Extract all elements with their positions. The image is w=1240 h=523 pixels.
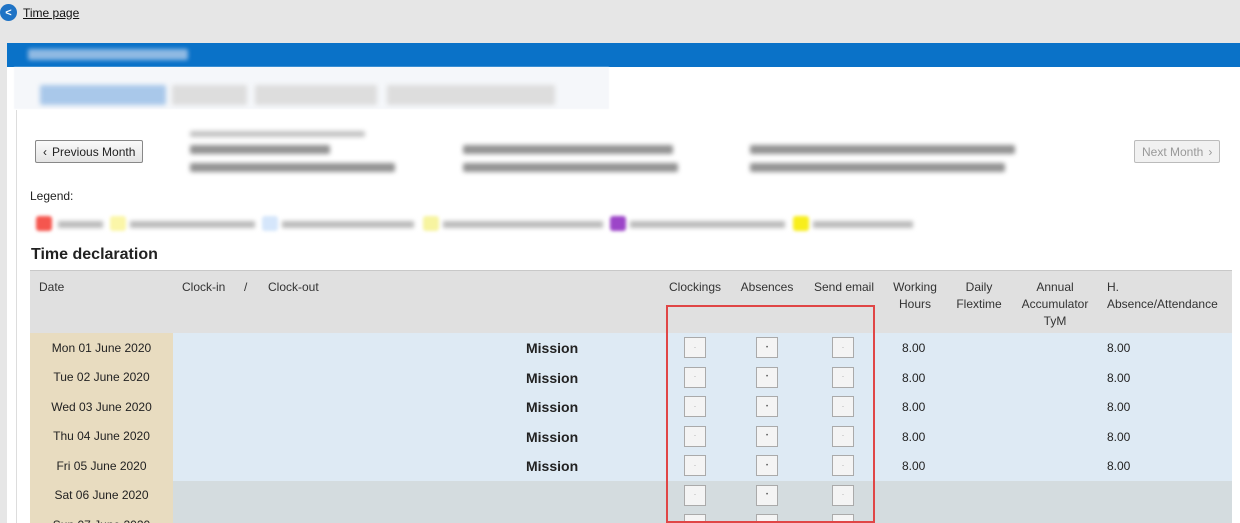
- activity-label: Mission: [526, 428, 579, 445]
- table-header: Date Clock-in / Clock-out Clockings Abse…: [30, 270, 1232, 333]
- legend-text: [282, 221, 414, 228]
- legend-text: [813, 221, 913, 228]
- working-hours-value: 8.00: [902, 429, 926, 444]
- legend-text: [130, 221, 255, 228]
- table-row: Wed 03 June 2020 Mission · • · 8.00 8.00: [30, 392, 1232, 422]
- working-hours-value: 8.00: [902, 370, 926, 385]
- date-cell: Mon 01 June 2020: [30, 333, 173, 363]
- chevron-left-icon: ‹: [43, 144, 47, 159]
- date-cell: Thu 04 June 2020: [30, 421, 173, 451]
- blurred-summary-1: [190, 131, 365, 137]
- legend-text: [58, 221, 103, 228]
- blurred-summary-2: [190, 145, 330, 154]
- table-row: Fri 05 June 2020 Mission · • · 8.00 8.00: [30, 451, 1232, 481]
- h-absence-value: 8.00: [1107, 370, 1131, 385]
- blurred-summary-6: [750, 145, 1015, 154]
- h-absence-value: 8.00: [1107, 459, 1131, 473]
- section-title: Time declaration: [31, 246, 158, 263]
- next-month-button[interactable]: Next Month ›: [1134, 140, 1221, 163]
- previous-month-button[interactable]: ‹ Previous Month: [35, 140, 144, 163]
- blurred-summary-5: [463, 163, 678, 172]
- table-row: Thu 04 June 2020 Mission · • · 8.00 8.00: [30, 421, 1232, 451]
- date-cell: Tue 02 June 2020: [30, 362, 173, 392]
- date-cell: Sun 07 June 2020: [30, 510, 173, 523]
- blurred-header-title: [28, 49, 188, 60]
- legend-swatch: [793, 216, 809, 231]
- chevron-right-icon: ›: [1208, 144, 1213, 159]
- working-hours-value: 8.00: [902, 400, 926, 414]
- table-row: Sun 07 June 2020·•·: [30, 510, 1232, 523]
- col-clock-in: Clock-in: [182, 280, 226, 294]
- highlight-box: [666, 305, 875, 523]
- activity-label: Mission: [526, 340, 579, 356]
- col-clock-out: Clock-out: [268, 280, 319, 294]
- tab-time-declaration[interactable]: [40, 85, 166, 105]
- time-declaration-table: Date Clock-in / Clock-out Clockings Abse…: [30, 270, 1232, 523]
- legend-swatch: [262, 216, 278, 231]
- h-absence-value: 8.00: [1107, 341, 1131, 355]
- back-link-label: Time page: [23, 5, 80, 20]
- col-working-hours: Working Hours: [893, 280, 937, 311]
- col-daily-flextime: Daily Flextime: [956, 280, 1002, 311]
- h-absence-value: 8.00: [1107, 400, 1131, 414]
- working-hours-value: 8.00: [902, 459, 926, 473]
- back-arrow-icon: <: [0, 4, 17, 21]
- date-cell: Fri 05 June 2020: [30, 451, 173, 481]
- blurred-summary-7: [750, 163, 1005, 172]
- activity-label: Mission: [526, 458, 579, 474]
- activity-label: Mission: [526, 369, 579, 386]
- back-link[interactable]: < Time page: [0, 4, 79, 21]
- date-cell: Sat 06 June 2020: [30, 480, 173, 510]
- date-cell: Wed 03 June 2020: [30, 392, 173, 422]
- blurred-summary-3: [190, 163, 395, 172]
- col-absences: Absences: [740, 280, 794, 294]
- next-month-label: Next Month: [1142, 144, 1204, 159]
- previous-month-label: Previous Month: [52, 144, 136, 159]
- col-send-email: Send email: [813, 280, 875, 294]
- blurred-summary-4: [463, 145, 673, 154]
- working-hours-value: 8.00: [902, 341, 926, 355]
- col-h-absence-attendance: H. Absence/Attendance: [1107, 280, 1218, 311]
- table-row: Mon 01 June 2020 Mission · • · 8.00 8.00: [30, 333, 1232, 363]
- table-row: Sat 06 June 2020 · • ·: [30, 480, 1232, 510]
- table-row: Tue 02 June 2020 Mission · • · 8.00 8.00: [30, 362, 1232, 392]
- activity-label: Mission: [526, 399, 579, 415]
- legend-swatch: [610, 216, 626, 231]
- tab-blurred-3[interactable]: [255, 85, 377, 105]
- legend-text: [443, 221, 603, 228]
- legend-swatch: [423, 216, 439, 231]
- page-header-bar: [7, 43, 1240, 67]
- tab-blurred-2[interactable]: [172, 85, 247, 105]
- tab-blurred-4[interactable]: [387, 85, 555, 105]
- legend-swatch: [110, 216, 126, 231]
- h-absence-value: 8.00: [1107, 429, 1131, 444]
- col-date: Date: [39, 280, 65, 294]
- legend-swatch: [36, 216, 52, 231]
- col-clockings: Clockings: [668, 280, 722, 294]
- legend-text: [630, 221, 785, 228]
- legend-label: Legend:: [30, 189, 74, 203]
- col-slash: /: [244, 280, 248, 294]
- col-annual-accumulator: Annual Accumulator TyM: [1021, 280, 1089, 328]
